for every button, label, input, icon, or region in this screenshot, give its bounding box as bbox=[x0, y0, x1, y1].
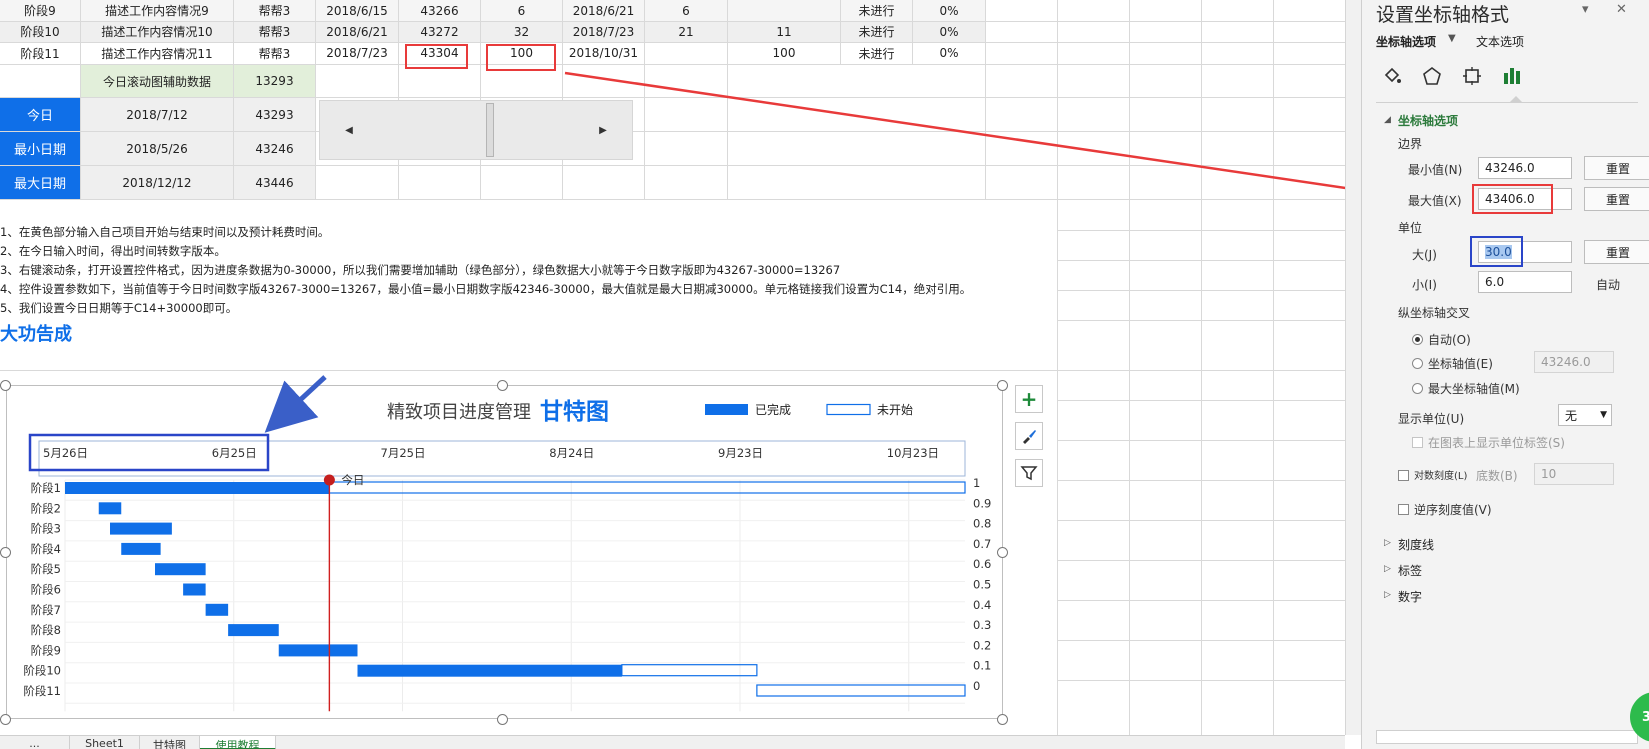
collapse-icon[interactable]: ◢ bbox=[1384, 115, 1391, 125]
display-unit-label: 显示单位(U) bbox=[1398, 412, 1465, 426]
arrow-blue bbox=[264, 375, 327, 433]
show-unit-label: 在图表上显示单位标签(S) bbox=[1428, 436, 1565, 450]
cross-auto-label: 自动(O) bbox=[1428, 333, 1471, 347]
close-icon[interactable]: ✕ bbox=[1616, 2, 1627, 17]
sheet-tab-bar[interactable]: ... Sheet1 甘特图 使用教程 bbox=[0, 735, 1345, 749]
tab-text-options[interactable]: 文本选项 bbox=[1476, 33, 1524, 50]
cross-value-radio[interactable] bbox=[1412, 358, 1423, 369]
expand-icon[interactable]: ▷ bbox=[1384, 564, 1391, 574]
chevron-down-icon[interactable]: ▼ bbox=[1448, 33, 1456, 44]
highlight-box-max bbox=[1472, 184, 1553, 214]
reverse-order-label: 逆序刻度值(V) bbox=[1414, 503, 1492, 517]
log-scale-label: 对数刻度(L) bbox=[1414, 471, 1468, 482]
cross-value-input[interactable]: 43246.0 bbox=[1534, 351, 1614, 373]
log-scale-checkbox[interactable] bbox=[1398, 470, 1409, 481]
minor-unit-input[interactable]: 6.0 bbox=[1478, 271, 1572, 293]
expand-icon[interactable]: ▷ bbox=[1384, 538, 1391, 548]
display-unit-value: 无 bbox=[1565, 408, 1578, 423]
section-number[interactable]: 数字 bbox=[1398, 588, 1422, 605]
min-bound-input[interactable]: 43246.0 bbox=[1478, 157, 1572, 179]
pane-options-icon[interactable]: ▾ bbox=[1582, 2, 1589, 17]
sheet-tab[interactable]: 甘特图 bbox=[140, 736, 200, 749]
cross-max-radio[interactable] bbox=[1412, 383, 1423, 394]
base-input[interactable]: 10 bbox=[1534, 463, 1614, 485]
cross-max-label: 最大坐标轴值(M) bbox=[1428, 382, 1520, 396]
minor-auto-label: 自动 bbox=[1596, 278, 1621, 292]
expand-icon[interactable]: ▷ bbox=[1384, 590, 1391, 600]
cross-label: 纵坐标轴交叉 bbox=[1398, 306, 1471, 320]
reset-major-button[interactable]: 重置 bbox=[1584, 240, 1649, 264]
axis-options-icon[interactable] bbox=[1498, 62, 1526, 90]
reset-min-button[interactable]: 重置 bbox=[1584, 156, 1649, 180]
major-unit-label: 大(J) bbox=[1412, 248, 1437, 262]
cross-auto-radio[interactable] bbox=[1412, 334, 1423, 345]
reset-max-button[interactable]: 重置 bbox=[1584, 187, 1649, 211]
highlight-box-major bbox=[1470, 236, 1523, 267]
pane-divider bbox=[1376, 102, 1638, 103]
arrow-red bbox=[564, 71, 1405, 206]
pane-horizontal-scrollbar[interactable] bbox=[1376, 730, 1638, 744]
fill-line-icon[interactable] bbox=[1378, 62, 1406, 90]
vertical-scrollbar[interactable] bbox=[1345, 0, 1361, 735]
cross-value-label: 坐标轴值(E) bbox=[1428, 357, 1493, 371]
tab-pointer bbox=[1510, 96, 1522, 102]
pane-title: 设置坐标轴格式 bbox=[1376, 4, 1510, 26]
sheet-tab[interactable]: Sheet1 bbox=[70, 736, 140, 749]
show-unit-checkbox[interactable] bbox=[1412, 437, 1423, 448]
display-unit-select[interactable]: 无 ▼ bbox=[1558, 404, 1612, 426]
section-labels[interactable]: 标签 bbox=[1398, 562, 1422, 579]
min-label: 最小值(N) bbox=[1408, 163, 1463, 177]
bounds-label: 边界 bbox=[1398, 137, 1423, 151]
minor-unit-label: 小(I) bbox=[1412, 278, 1437, 292]
effects-icon[interactable] bbox=[1418, 62, 1446, 90]
chevron-down-icon: ▼ bbox=[1600, 410, 1607, 420]
reverse-order-checkbox[interactable] bbox=[1398, 504, 1409, 515]
sheet-tab[interactable]: ... bbox=[0, 736, 70, 749]
sheet-tab-active[interactable]: 使用教程 bbox=[200, 736, 276, 749]
max-label: 最大值(X) bbox=[1408, 194, 1462, 208]
units-label: 单位 bbox=[1398, 221, 1423, 235]
tab-axis-options[interactable]: 坐标轴选项 bbox=[1376, 33, 1436, 50]
section-axis-options[interactable]: 坐标轴选项 bbox=[1398, 112, 1458, 129]
base-label: 底数(B) bbox=[1476, 469, 1518, 483]
format-axis-pane[interactable]: 设置坐标轴格式 ▾ ✕ 坐标轴选项 ▼ 文本选项 ◢ 坐标轴选项 边界 最小值(… bbox=[1361, 0, 1649, 749]
size-properties-icon[interactable] bbox=[1458, 62, 1486, 90]
section-tick-marks[interactable]: 刻度线 bbox=[1398, 536, 1434, 553]
